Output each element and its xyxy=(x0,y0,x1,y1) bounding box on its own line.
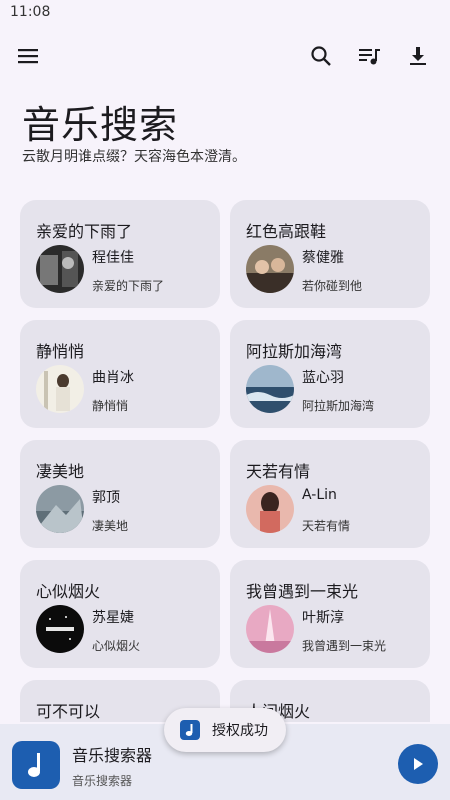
toast-notification: 授权成功 xyxy=(164,708,286,752)
card-song: 心似烟火 xyxy=(92,639,141,653)
song-card[interactable]: 静悄悄 曲肖冰 静悄悄 xyxy=(20,320,220,428)
music-note-icon xyxy=(180,720,200,740)
card-song: 若你碰到他 xyxy=(302,279,363,293)
card-artist: 蔡健雅 xyxy=(302,250,344,266)
card-song: 凄美地 xyxy=(92,519,129,533)
card-title: 静悄悄 xyxy=(36,342,85,361)
card-title: 亲爱的下雨了 xyxy=(36,222,133,241)
song-grid: 亲爱的下雨了 程佳佳 亲爱的下雨了 红色高跟鞋 蔡健雅 若你碰到他 静悄悄 曲肖… xyxy=(20,200,430,722)
song-card[interactable]: 我曾遇到一束光 叶斯淳 我曾遇到一束光 xyxy=(230,560,430,668)
menu-icon[interactable] xyxy=(14,42,42,70)
playlist-icon[interactable] xyxy=(356,42,384,70)
card-title: 我曾遇到一束光 xyxy=(246,582,359,601)
page-title: 音乐搜索 xyxy=(22,103,179,147)
song-card[interactable]: 红色高跟鞋 蔡健雅 若你碰到他 xyxy=(230,200,430,308)
song-card[interactable]: 阿拉斯加海湾 蓝心羽 阿拉斯加海湾 xyxy=(230,320,430,428)
card-title: 阿拉斯加海湾 xyxy=(246,342,343,361)
toast-text: 授权成功 xyxy=(212,723,268,739)
card-artist: 蓝心羽 xyxy=(302,370,344,386)
card-artist: 曲肖冰 xyxy=(92,370,134,386)
card-song: 天若有情 xyxy=(302,519,351,533)
card-artist: 叶斯淳 xyxy=(302,610,344,626)
song-card[interactable]: 心似烟火 苏星婕 心似烟火 xyxy=(20,560,220,668)
player-subtitle: 音乐搜索器 xyxy=(72,774,133,788)
status-bar: 11:08 xyxy=(0,0,450,26)
album-cover xyxy=(36,365,84,413)
album-cover xyxy=(246,485,294,533)
album-cover xyxy=(36,605,84,653)
play-icon xyxy=(414,758,423,770)
song-card[interactable]: 天若有情 A-Lin 天若有情 xyxy=(230,440,430,548)
card-title: 可不可以 xyxy=(36,702,101,721)
music-note-icon xyxy=(12,741,60,789)
search-icon[interactable] xyxy=(307,42,335,70)
download-icon[interactable] xyxy=(404,42,432,70)
album-cover xyxy=(36,485,84,533)
top-app-bar xyxy=(0,36,450,76)
card-artist: 郭顶 xyxy=(92,490,120,506)
card-artist: A-Lin xyxy=(302,487,337,503)
player-title: 音乐搜索器 xyxy=(72,746,153,765)
card-song: 我曾遇到一束光 xyxy=(302,639,387,653)
card-song: 静悄悄 xyxy=(92,399,129,413)
card-title: 凄美地 xyxy=(36,462,85,481)
card-song: 亲爱的下雨了 xyxy=(92,279,165,293)
play-button[interactable] xyxy=(398,744,438,784)
status-time: 11:08 xyxy=(10,4,51,20)
card-artist: 程佳佳 xyxy=(92,250,134,266)
page-subtitle: 云散月明谁点缀？天容海色本澄清。 xyxy=(22,149,246,165)
card-title: 心似烟火 xyxy=(36,582,101,601)
song-card[interactable]: 亲爱的下雨了 程佳佳 亲爱的下雨了 xyxy=(20,200,220,308)
card-title: 天若有情 xyxy=(246,462,311,481)
card-artist: 苏星婕 xyxy=(92,610,134,626)
album-cover xyxy=(246,605,294,653)
album-cover xyxy=(246,365,294,413)
card-song: 阿拉斯加海湾 xyxy=(302,399,375,413)
album-cover xyxy=(36,245,84,293)
song-card[interactable]: 凄美地 郭顶 凄美地 xyxy=(20,440,220,548)
album-cover xyxy=(246,245,294,293)
card-title: 红色高跟鞋 xyxy=(246,222,327,241)
